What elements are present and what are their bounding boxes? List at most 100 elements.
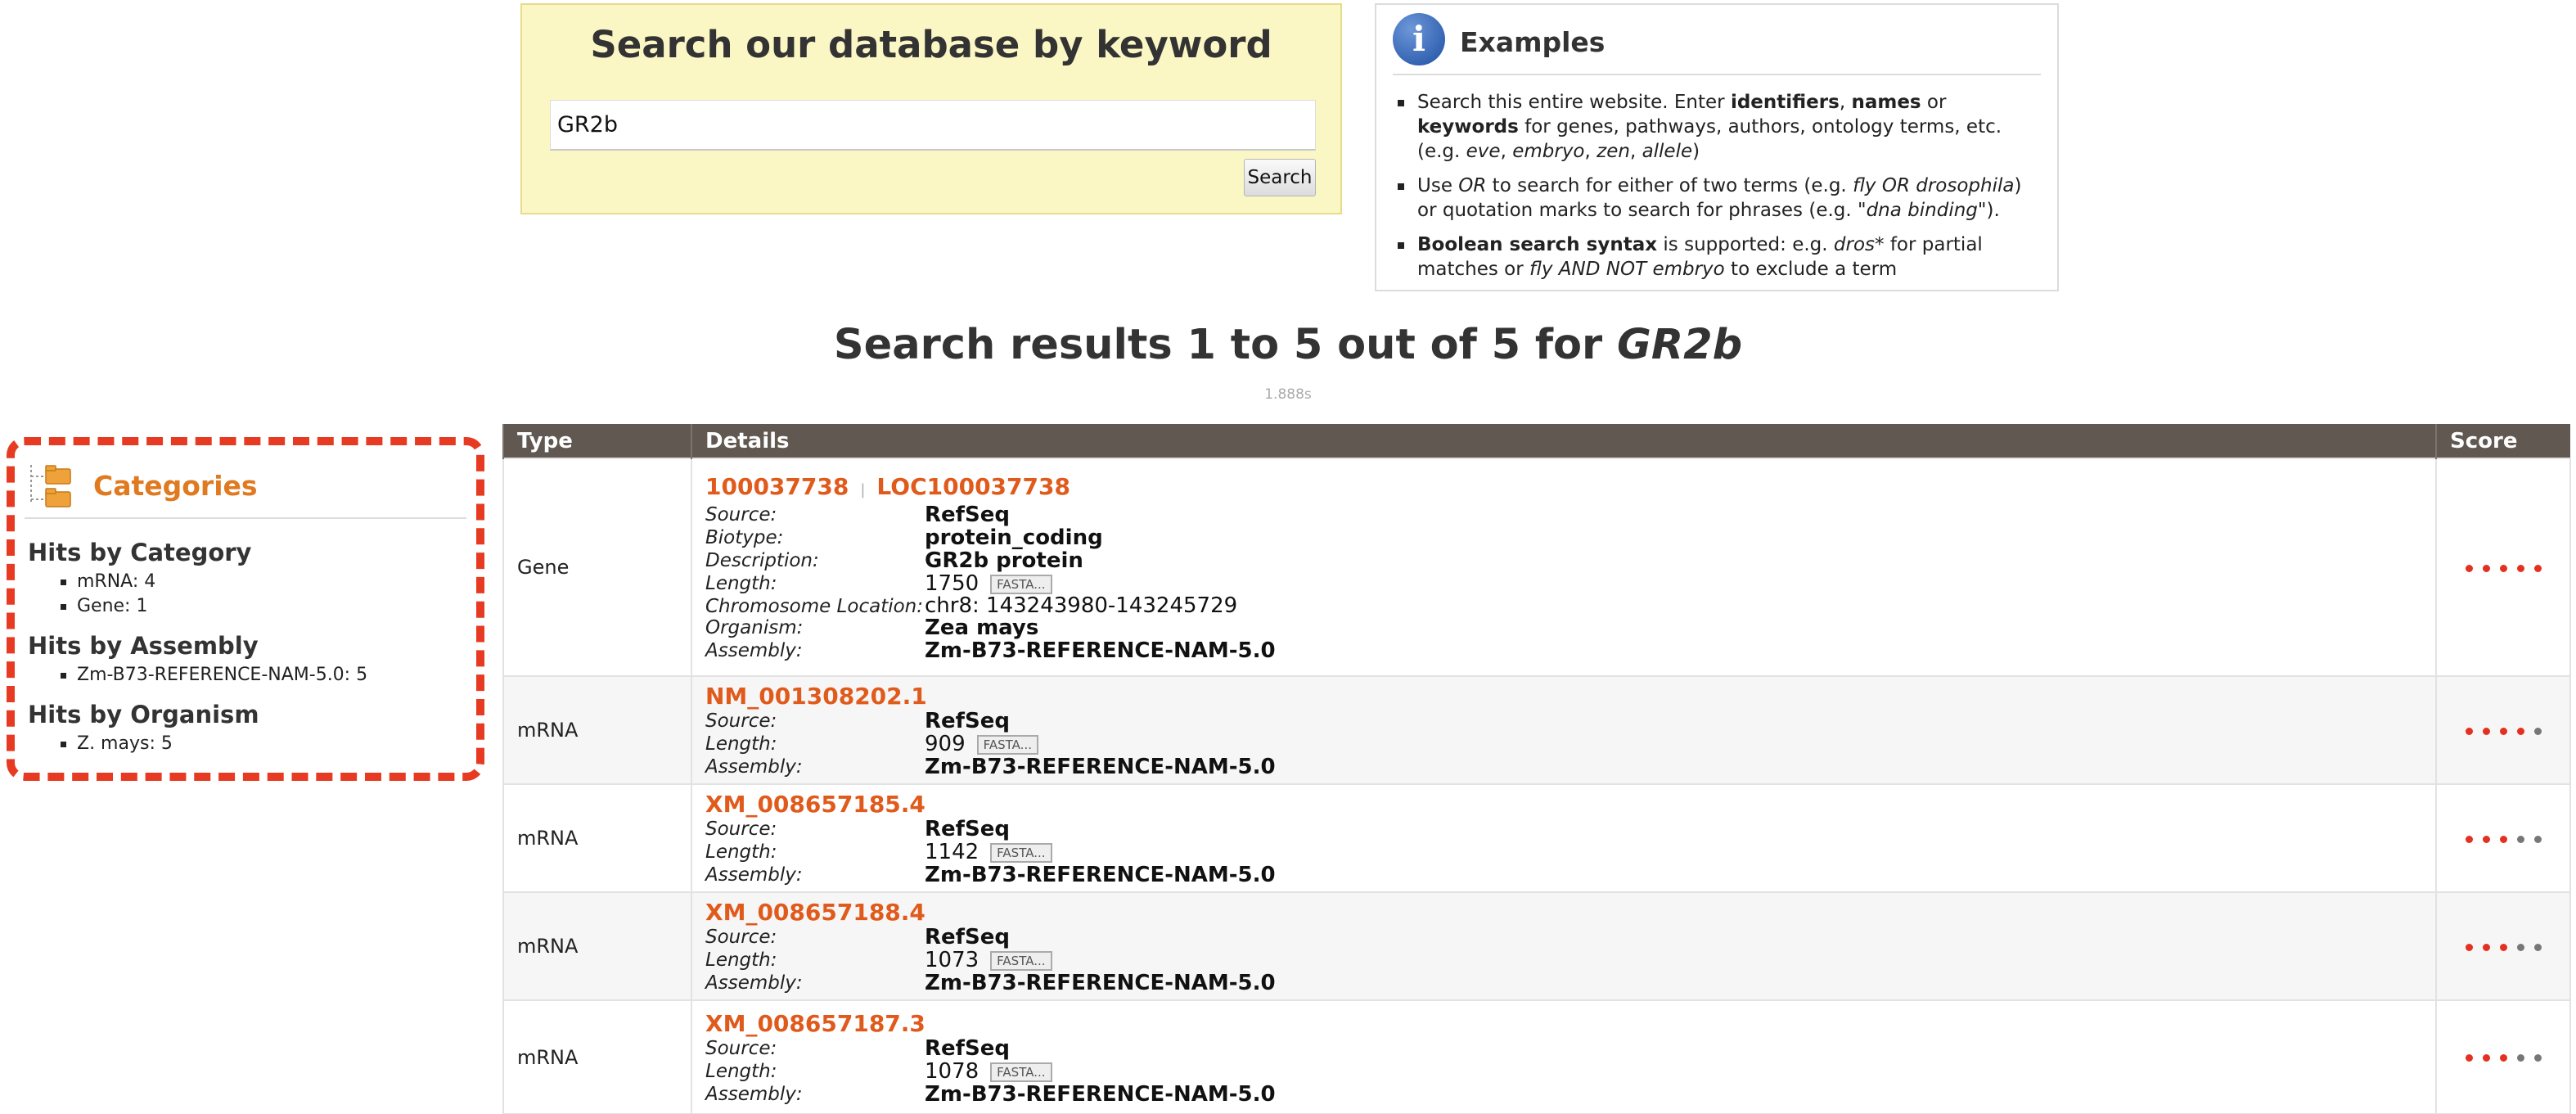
- result-id-link[interactable]: 100037738: [705, 473, 849, 500]
- results-timing: 1.888s: [1264, 386, 1312, 403]
- search-input[interactable]: [550, 100, 1316, 151]
- length-number: 1750: [925, 571, 980, 596]
- source-value: RefSeq: [925, 709, 1010, 733]
- categories-panel: Categories Hits by Category mRNA: 4 Gene…: [7, 437, 484, 781]
- organism-item[interactable]: Z. mays: 5: [61, 732, 466, 756]
- score-dot-empty: [2533, 835, 2542, 843]
- search-title: Search our database by keyword: [590, 23, 1272, 66]
- score-dot-filled: [2465, 1054, 2473, 1062]
- divider: [1393, 74, 2041, 75]
- fasta-button[interactable]: FASTA...: [976, 735, 1038, 755]
- assembly-list: Zm-B73-REFERENCE-NAM-5.0: 5: [61, 663, 466, 688]
- result-id-link[interactable]: NM_001308202.1: [705, 683, 927, 710]
- examples-panel: i Examples Search this entire website. E…: [1375, 3, 2059, 291]
- table-row: mRNA XM_008657187.3 Source: RefSeq Length…: [502, 999, 2571, 1114]
- organism-label: Organism:: [705, 617, 804, 638]
- assembly-value: Zm-B73-REFERENCE-NAM-5.0: [925, 755, 1276, 779]
- categories-title: Categories: [93, 470, 258, 502]
- chromosome-location-label: Chromosome Location:: [705, 596, 923, 617]
- category-list: mRNA: 4 Gene: 1: [61, 570, 466, 619]
- chromosome-location-value: chr8: 143243980-143245729: [925, 593, 1238, 618]
- score-dot-empty: [2516, 1054, 2524, 1062]
- assembly-label: Assembly:: [705, 972, 803, 994]
- table-row: mRNA NM_001308202.1 Source: RefSeq Length…: [502, 675, 2571, 785]
- result-type: mRNA: [502, 675, 692, 785]
- assembly-value: Zm-B73-REFERENCE-NAM-5.0: [925, 1081, 1276, 1107]
- result-alt-id-link[interactable]: LOC100037738: [876, 473, 1070, 500]
- results-heading-prefix: Search results 1 to 5 out of 5 for: [833, 321, 1617, 369]
- assembly-label: Assembly:: [705, 756, 803, 778]
- fasta-button[interactable]: FASTA...: [990, 843, 1052, 863]
- score-dot-filled: [2516, 727, 2524, 735]
- score-dot-filled: [2499, 835, 2507, 843]
- biotype-value: protein_coding: [925, 525, 1103, 550]
- score-indicator: [2435, 675, 2571, 785]
- score-dot-empty: [2533, 1054, 2542, 1062]
- column-header-type: Type: [502, 424, 691, 458]
- result-details: XM_008657187.3 Source: RefSeq Length: 1078…: [691, 999, 2437, 1114]
- table-row: mRNA XM_008657188.4 Source: RefSeq Length…: [502, 891, 2571, 1001]
- assembly-value: Zm-B73-REFERENCE-NAM-5.0: [925, 638, 1276, 663]
- score-dot-filled: [2533, 564, 2542, 572]
- result-details: XM_008657188.4 Source: RefSeq Length: 1073…: [691, 891, 2437, 1001]
- result-type: mRNA: [502, 999, 692, 1114]
- result-type: Gene: [502, 458, 692, 677]
- length-label: Length:: [705, 1060, 777, 1082]
- result-type: mRNA: [502, 783, 692, 893]
- example-item: Use OR to search for either of two terms…: [1398, 174, 2042, 223]
- examples-title: Examples: [1460, 26, 1605, 58]
- assembly-label: Assembly:: [705, 640, 803, 661]
- source-label: Source:: [705, 1037, 777, 1059]
- source-value: RefSeq: [925, 1035, 1010, 1061]
- score-dot-filled: [2465, 835, 2473, 843]
- fasta-button[interactable]: FASTA...: [990, 951, 1052, 971]
- score-dot-empty: [2516, 943, 2524, 951]
- score-dot-filled: [2499, 727, 2507, 735]
- length-value: 1142 FASTA...: [925, 841, 1052, 864]
- score-dot-filled: [2465, 564, 2473, 572]
- result-type: mRNA: [502, 891, 692, 1001]
- length-number: 1073: [925, 948, 980, 972]
- length-value: 1750 FASTA...: [925, 572, 1052, 595]
- score-dot-empty: [2533, 943, 2542, 951]
- category-item[interactable]: mRNA: 4: [61, 570, 466, 594]
- assembly-label: Assembly:: [705, 1083, 803, 1105]
- table-row: Gene 100037738 | LOC100037738 Source: RefSe…: [502, 458, 2571, 677]
- score-dot-filled: [2482, 564, 2490, 572]
- column-header-score: Score: [2435, 424, 2570, 458]
- score-indicator: [2435, 458, 2571, 677]
- length-number: 1078: [925, 1058, 980, 1084]
- length-label: Length:: [705, 841, 777, 863]
- result-details: NM_001308202.1 Source: RefSeq Length: 909 F…: [691, 675, 2437, 785]
- score-dot-filled: [2516, 564, 2524, 572]
- folder-tree-icon: [30, 465, 71, 507]
- fasta-button[interactable]: FASTA...: [990, 1062, 1052, 1082]
- assembly-heading: Hits by Assembly: [28, 632, 259, 660]
- assembly-value: Zm-B73-REFERENCE-NAM-5.0: [925, 863, 1276, 887]
- organism-value: Zea mays: [925, 616, 1039, 640]
- assembly-item[interactable]: Zm-B73-REFERENCE-NAM-5.0: 5: [61, 663, 466, 688]
- result-id-link[interactable]: XM_008657188.4: [705, 899, 925, 926]
- score-dot-filled: [2499, 1054, 2507, 1062]
- result-id-link[interactable]: XM_008657185.4: [705, 791, 925, 818]
- score-dot-filled: [2482, 943, 2490, 951]
- info-icon: i: [1393, 13, 1445, 65]
- score-dot-empty: [2533, 727, 2542, 735]
- result-id-link[interactable]: XM_008657187.3: [705, 1010, 925, 1037]
- assembly-label: Assembly:: [705, 864, 803, 886]
- score-indicator: [2435, 999, 2571, 1114]
- score-dot-filled: [2482, 727, 2490, 735]
- example-item: Boolean search syntax is supported: e.g.…: [1398, 232, 2042, 282]
- length-value: 909 FASTA...: [925, 733, 1038, 755]
- score-dot-empty: [2516, 835, 2524, 843]
- example-item: Search this entire website. Enter identi…: [1398, 90, 2042, 164]
- search-button[interactable]: Search: [1244, 159, 1316, 196]
- category-item[interactable]: Gene: 1: [61, 594, 466, 619]
- score-dot-filled: [2465, 943, 2473, 951]
- categories-body: Hits by Category mRNA: 4 Gene: 1 Hits by…: [28, 537, 466, 768]
- source-value: RefSeq: [925, 925, 1010, 949]
- fasta-button[interactable]: FASTA...: [990, 575, 1052, 594]
- score-dot-filled: [2465, 727, 2473, 735]
- length-value: 1078 FASTA...: [925, 1060, 1052, 1083]
- score-dot-filled: [2499, 943, 2507, 951]
